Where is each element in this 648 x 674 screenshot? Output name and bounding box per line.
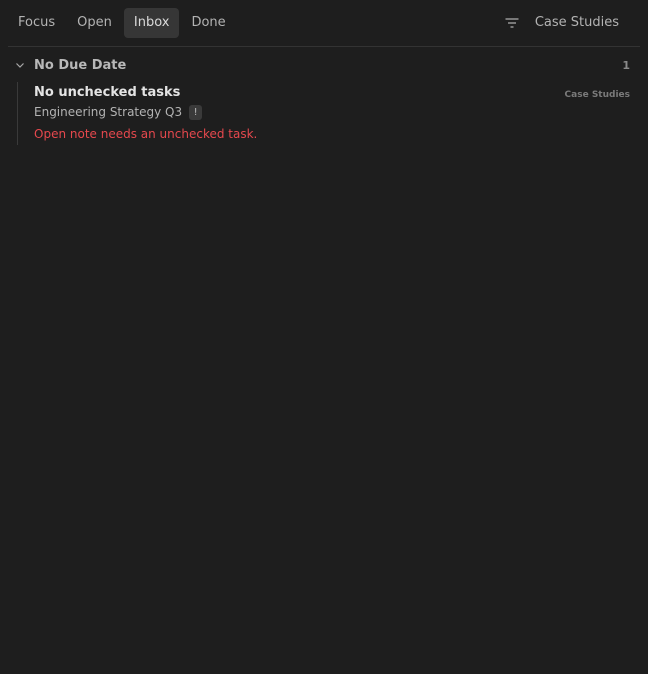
source-badge: Case Studies	[564, 90, 630, 100]
note-link[interactable]: Engineering Strategy Q3	[34, 104, 182, 120]
group-title: No Due Date	[34, 57, 127, 73]
scope-selector[interactable]: Case Studies	[535, 15, 619, 30]
group-header[interactable]: No Due Date 1	[14, 55, 630, 75]
tab-open[interactable]: Open	[67, 8, 122, 38]
tab-done[interactable]: Done	[181, 8, 235, 38]
task-item[interactable]: No unchecked tasks Case Studies Engineer…	[34, 84, 630, 142]
toolbar: Focus Open Inbox Done Case Studies	[8, 6, 640, 39]
group-count: 1	[622, 58, 630, 72]
chevron-down-icon[interactable]	[14, 59, 26, 71]
toolbar-divider	[8, 46, 640, 47]
task-warning: Open note needs an unchecked task.	[34, 127, 258, 141]
task-title[interactable]: No unchecked tasks	[34, 84, 630, 102]
task-subtitle: Engineering Strategy Q3 !	[34, 104, 630, 120]
toolbar-right: Case Studies	[504, 8, 640, 38]
group-body: No unchecked tasks Case Studies Engineer…	[17, 82, 630, 145]
filter-icon[interactable]	[504, 15, 520, 31]
priority-flag: !	[189, 104, 203, 120]
tab-inbox[interactable]: Inbox	[123, 7, 180, 38]
tab-focus[interactable]: Focus	[8, 8, 65, 38]
